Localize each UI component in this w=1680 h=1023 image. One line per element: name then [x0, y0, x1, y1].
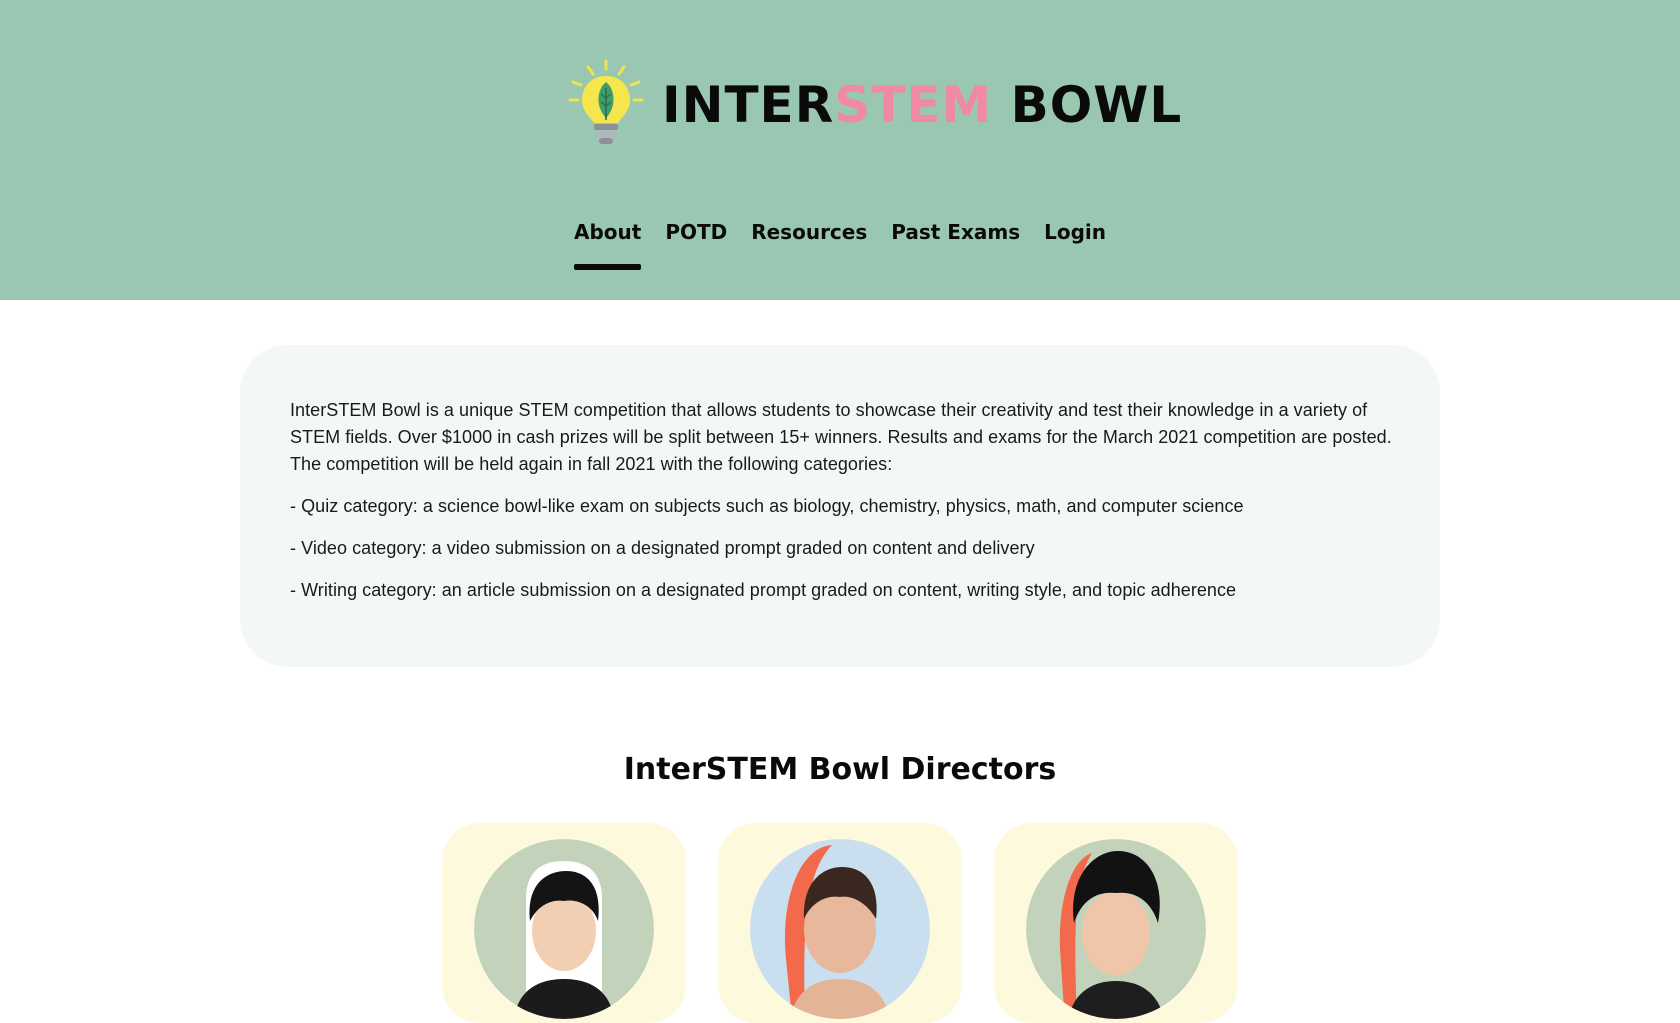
nav-past-exams[interactable]: Past Exams: [891, 220, 1020, 258]
lightbulb-leaf-icon[interactable]: [566, 56, 666, 156]
about-intro: InterSTEM Bowl is a unique STEM competit…: [290, 400, 1392, 474]
director-card-2: [718, 823, 962, 1023]
site-title-stem: STEM: [834, 76, 993, 134]
site-header: INTERSTEM BOWL About POTD Resources Past…: [0, 0, 1680, 300]
director-photo-3: [1026, 839, 1206, 1019]
about-writing-category: - Writing category: an article submissio…: [290, 580, 1237, 600]
nav-about[interactable]: About: [573, 220, 642, 270]
about-video-category: - Video category: a video submission on …: [290, 538, 1035, 558]
directors-title: InterSTEM Bowl Directors: [623, 752, 1057, 787]
nav-resources[interactable]: Resources: [751, 220, 867, 258]
about-card: InterSTEM Bowl is a unique STEM competit…: [240, 345, 1440, 667]
main-nav: About POTD Resources Past Exams Login: [0, 220, 1680, 270]
site-title-bowl: BOWL: [992, 76, 1183, 134]
nav-potd[interactable]: POTD: [665, 220, 727, 258]
site-title[interactable]: INTERSTEM BOWL: [662, 70, 1182, 140]
site-title-inter: INTER: [662, 76, 835, 134]
about-quiz-category: - Quiz category: a science bowl-like exa…: [290, 496, 1244, 516]
director-card-1: [442, 823, 686, 1023]
director-photo-1: [474, 839, 654, 1019]
nav-login[interactable]: Login: [1044, 220, 1106, 258]
director-card-3: [994, 823, 1238, 1023]
director-photo-2: [750, 839, 930, 1019]
